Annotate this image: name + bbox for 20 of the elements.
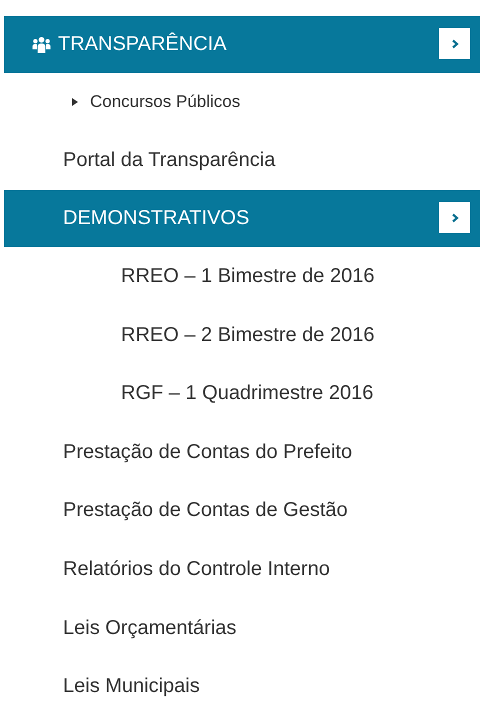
submenu-link[interactable]: RREO – 1 Bimestre de 2016 (121, 264, 374, 288)
menu-link[interactable]: Leis Municipais (63, 675, 200, 698)
menu-link[interactable]: Concursos Públicos (90, 92, 240, 112)
submenu-link[interactable]: RGF – 1 Quadrimestre 2016 (121, 382, 374, 406)
submenu-header[interactable]: DEMONSTRATIVOS (4, 190, 480, 248)
menu-link[interactable]: Leis Orçamentárias (63, 616, 236, 640)
chevron-icon (450, 212, 460, 223)
bullet-icon (72, 98, 78, 106)
section-header[interactable]: TRANSPARÊNCIA (4, 16, 480, 73)
menu-link[interactable]: Prestação de Contas do Prefeito (63, 440, 352, 464)
expand-button[interactable] (439, 202, 470, 234)
submenu-title: DEMONSTRATIVOS (63, 207, 250, 230)
menu-link[interactable]: Prestação de Contas de Gestão (63, 499, 348, 522)
submenu-link[interactable]: RREO – 2 Bimestre de 2016 (121, 324, 374, 347)
menu-link[interactable]: Relatórios do Controle Interno (63, 558, 330, 581)
expand-button[interactable] (439, 28, 470, 59)
menu-link[interactable]: Portal da Transparência (63, 149, 276, 172)
section-title: TRANSPARÊNCIA (58, 33, 228, 56)
people-icon (32, 36, 51, 53)
chevron-icon (450, 38, 460, 48)
